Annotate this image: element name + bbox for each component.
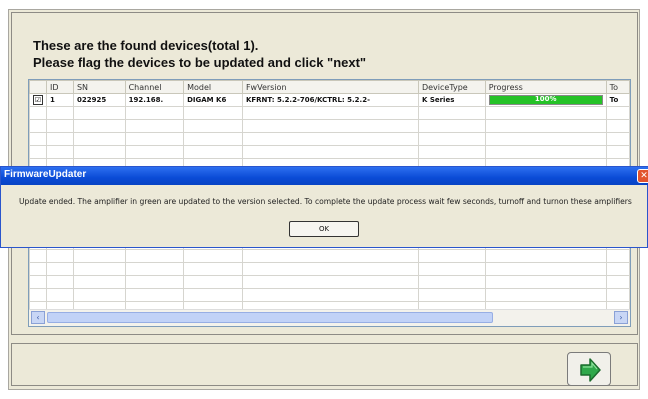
firmware-updater-dialog: FirmwareUpdater ✕ Update ended. The ampl… — [0, 166, 648, 248]
table-header-row: ID SN Channel Model FwVersion DeviceType… — [29, 80, 630, 94]
devices-heading: These are the found devices(total 1). Pl… — [33, 37, 366, 71]
horizontal-scrollbar[interactable]: ‹ › — [29, 309, 630, 326]
cell-channel: 192.168. — [124, 93, 185, 107]
device-checkbox[interactable]: ☑ — [33, 95, 43, 105]
arrow-right-icon — [580, 358, 601, 382]
cell-devicetype: K Series — [417, 93, 486, 107]
column-header[interactable]: ID — [46, 80, 74, 94]
scroll-thumb[interactable] — [47, 312, 493, 323]
progress-text: 100% — [534, 95, 557, 103]
heading-line-1: These are the found devices(total 1). — [33, 38, 259, 53]
column-header[interactable]: SN — [72, 80, 126, 94]
next-button[interactable] — [567, 352, 611, 386]
scroll-right-icon[interactable]: › — [614, 311, 628, 324]
table-row[interactable]: ☑ 1 022925 192.168. DIGAM K6 KFRNT: 5.2.… — [29, 93, 630, 107]
cell-model: DIGAM K6 — [183, 93, 243, 107]
column-header[interactable]: Channel — [124, 80, 185, 94]
header-check — [29, 80, 47, 94]
column-header[interactable]: DeviceType — [417, 80, 486, 94]
cell-fwversion: KFRNT: 5.2.2-706/KCTRL: 5.2.2- — [241, 93, 419, 107]
dialog-message: Update ended. The amplifier in green are… — [19, 197, 632, 206]
dialog-titlebar[interactable]: FirmwareUpdater ✕ — [1, 167, 648, 185]
column-header[interactable]: To — [605, 80, 630, 94]
column-header[interactable]: FwVersion — [241, 80, 419, 94]
cell-progress: 100% — [484, 93, 607, 107]
cell-to: To — [605, 93, 630, 107]
cell-sn: 022925 — [72, 93, 126, 107]
close-icon[interactable]: ✕ — [637, 169, 648, 183]
heading-line-2: Please flag the devices to be updated an… — [33, 55, 367, 70]
ok-button[interactable]: OK — [289, 221, 359, 237]
scroll-left-icon[interactable]: ‹ — [31, 311, 45, 324]
dialog-title: FirmwareUpdater — [4, 169, 87, 180]
column-header[interactable]: Progress — [484, 80, 607, 94]
cell-id: 1 — [46, 93, 74, 107]
progress-bar: 100% — [488, 95, 603, 105]
column-header[interactable]: Model — [183, 80, 243, 94]
bottom-panel — [11, 343, 638, 386]
